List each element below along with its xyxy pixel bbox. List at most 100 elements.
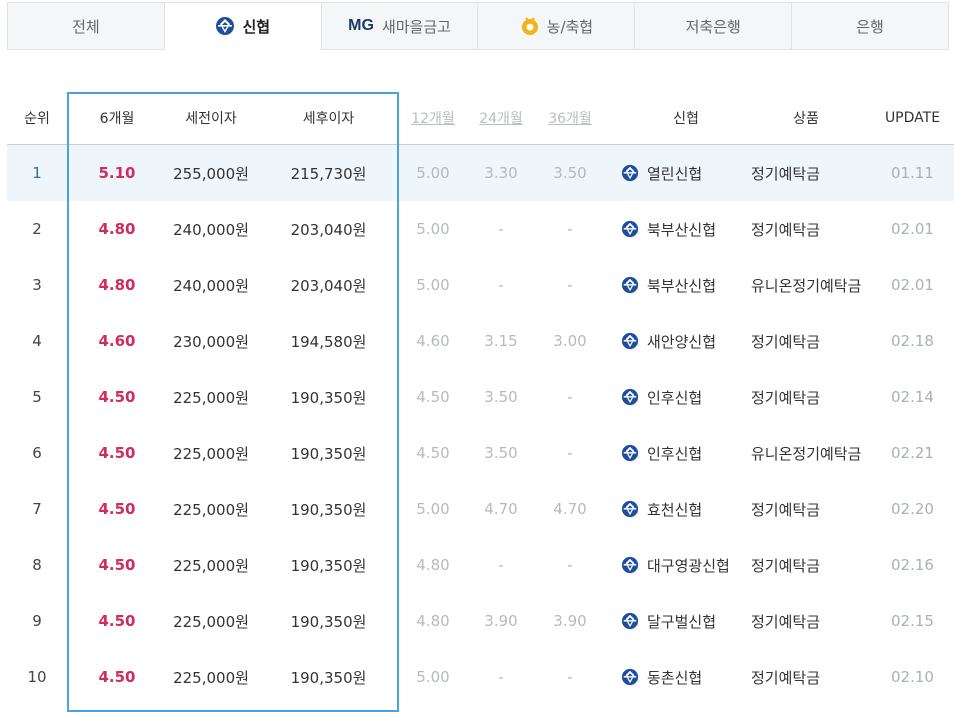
bank-cell[interactable]: 효천신협 <box>621 481 751 537</box>
tab-bank[interactable]: 은행 <box>791 2 949 50</box>
bank-cell[interactable]: 대구영광신협 <box>621 537 751 593</box>
table-body: 1 5.10 255,000원 215,730원 5.00 3.30 3.50 … <box>7 145 954 705</box>
rate-24m-cell: - <box>498 556 504 574</box>
product-cell[interactable]: 정기예탁금 <box>751 537 871 593</box>
product-cell[interactable]: 정기예탁금 <box>751 201 871 257</box>
update-date-cell: 02.16 <box>891 556 934 574</box>
bank-cell[interactable]: 동촌신협 <box>621 649 751 705</box>
table-row[interactable]: 2 4.80 240,000원 203,040원 5.00 - - 북부산신협 … <box>7 201 954 257</box>
bank-cell[interactable]: 북부산신협 <box>621 257 751 313</box>
table-row[interactable]: 10 4.50 225,000원 190,350원 5.00 - - 동촌신협 … <box>7 649 954 705</box>
post-tax-interest-cell: 190,350원 <box>290 388 367 407</box>
shinhyup-logo-icon <box>621 388 639 406</box>
tab-saemaeul-label: 새마을금고 <box>381 17 451 36</box>
table-row[interactable]: 7 4.50 225,000원 190,350원 5.00 4.70 4.70 … <box>7 481 954 537</box>
tab-nonghyup[interactable]: 농/축협 <box>477 2 636 50</box>
tab-shinhyup[interactable]: 신협 <box>163 2 322 50</box>
header-product: 상품 <box>793 111 819 127</box>
post-tax-interest-cell: 194,580원 <box>290 332 367 351</box>
tab-all[interactable]: 전체 <box>7 2 165 50</box>
rate-36m-cell: 3.50 <box>553 164 587 182</box>
bank-name: 새안양신협 <box>647 332 717 351</box>
table-row[interactable]: 8 4.50 225,000원 190,350원 4.80 - - 대구영광신협… <box>7 537 954 593</box>
rank-cell: 2 <box>32 220 42 238</box>
header-update: UPDATE <box>884 110 941 126</box>
rank-cell: 4 <box>32 332 42 350</box>
rank-cell: 3 <box>32 276 42 294</box>
bank-cell[interactable]: 북부산신협 <box>621 201 751 257</box>
rate-24m-cell: 3.90 <box>484 612 518 630</box>
product-cell[interactable]: 정기예탁금 <box>751 369 871 425</box>
header-36m-link[interactable]: 36개월 <box>535 92 605 144</box>
rank-cell: 9 <box>32 612 42 630</box>
rate-table: 순위 6개월 세전이자 세후이자 12개월 24개월 36개월 신협 상품 UP… <box>7 92 954 705</box>
pre-tax-interest-cell: 225,000원 <box>173 500 249 519</box>
rate-12m-cell: 5.00 <box>416 500 450 518</box>
header-6m[interactable]: 6개월 <box>73 92 161 144</box>
bank-cell[interactable]: 열린신협 <box>621 145 751 201</box>
rate-12m-cell: 5.00 <box>416 164 450 182</box>
post-tax-interest-cell: 190,350원 <box>290 444 367 463</box>
rate-12m-cell: 5.00 <box>416 220 450 238</box>
rate-36m-cell: 4.70 <box>553 500 587 518</box>
rate-36m-cell: - <box>567 276 573 294</box>
product-cell[interactable]: 정기예탁금 <box>751 145 871 201</box>
rate-6m-cell: 4.80 <box>98 220 136 238</box>
rate-6m-cell: 4.50 <box>98 444 136 462</box>
active-tab-gap <box>165 49 320 50</box>
bank-cell[interactable]: 새안양신협 <box>621 313 751 369</box>
table-row[interactable]: 3 4.80 240,000원 203,040원 5.00 - - 북부산신협 … <box>7 257 954 313</box>
rate-6m-cell: 4.50 <box>98 612 136 630</box>
pre-tax-interest-cell: 240,000원 <box>173 276 249 295</box>
tab-divider <box>7 49 949 50</box>
product-cell[interactable]: 정기예탁금 <box>751 313 871 369</box>
tab-saemaeul[interactable]: MG 새마을금고 <box>320 2 479 50</box>
tab-shinhyup-label: 신협 <box>242 17 271 36</box>
table-row[interactable]: 6 4.50 225,000원 190,350원 4.50 3.50 - 인후신… <box>7 425 954 481</box>
bank-cell[interactable]: 인후신협 <box>621 369 751 425</box>
update-date-cell: 02.18 <box>891 332 934 350</box>
header-12m-link[interactable]: 12개월 <box>399 92 467 144</box>
table-row[interactable]: 1 5.10 255,000원 215,730원 5.00 3.30 3.50 … <box>7 145 954 201</box>
header-24m-link[interactable]: 24개월 <box>467 92 535 144</box>
pre-tax-interest-cell: 225,000원 <box>173 444 249 463</box>
rate-6m-cell: 4.50 <box>98 668 136 686</box>
rate-6m-cell: 4.50 <box>98 500 136 518</box>
tab-bank-label: 은행 <box>856 17 884 36</box>
rate-24m-cell: - <box>498 220 504 238</box>
tab-savings-bank[interactable]: 저축은행 <box>634 2 793 50</box>
product-cell[interactable]: 정기예탁금 <box>751 649 871 705</box>
rate-6m-cell: 4.80 <box>98 276 136 294</box>
product-cell[interactable]: 유니온정기예탁금 <box>751 425 871 481</box>
product-cell[interactable]: 유니온정기예탁금 <box>751 257 871 313</box>
rate-36m-cell: - <box>567 388 573 406</box>
tab-all-label: 전체 <box>72 17 100 36</box>
rate-12m-cell: 4.80 <box>416 612 450 630</box>
table-row[interactable]: 9 4.50 225,000원 190,350원 4.80 3.90 3.90 … <box>7 593 954 649</box>
rate-12m-cell: 4.50 <box>416 388 450 406</box>
pre-tax-interest-cell: 225,000원 <box>173 556 249 575</box>
table-row[interactable]: 5 4.50 225,000원 190,350원 4.50 3.50 - 인후신… <box>7 369 954 425</box>
update-date-cell: 02.10 <box>891 668 934 686</box>
bank-cell[interactable]: 인후신협 <box>621 425 751 481</box>
table-row[interactable]: 4 4.60 230,000원 194,580원 4.60 3.15 3.00 … <box>7 313 954 369</box>
shinhyup-logo-icon <box>621 500 639 518</box>
rate-24m-cell: - <box>498 668 504 686</box>
shinhyup-logo-icon <box>621 220 639 238</box>
pre-tax-interest-cell: 240,000원 <box>173 220 249 239</box>
product-cell[interactable]: 정기예탁금 <box>751 593 871 649</box>
bank-name: 북부산신협 <box>647 276 717 295</box>
bank-name: 열린신협 <box>647 164 703 183</box>
bank-cell[interactable]: 달구벌신협 <box>621 593 751 649</box>
update-date-cell: 02.20 <box>891 500 934 518</box>
rate-36m-cell: - <box>567 668 573 686</box>
bank-name: 효천신협 <box>647 500 703 519</box>
rate-36m-cell: - <box>567 220 573 238</box>
shinhyup-logo-icon <box>621 276 639 294</box>
rate-36m-cell: 3.00 <box>553 332 587 350</box>
post-tax-interest-cell: 190,350원 <box>290 668 367 687</box>
product-cell[interactable]: 정기예탁금 <box>751 481 871 537</box>
tab-savings-bank-label: 저축은행 <box>685 17 741 36</box>
rank-cell: 7 <box>32 500 42 518</box>
bank-name: 인후신협 <box>647 444 703 463</box>
